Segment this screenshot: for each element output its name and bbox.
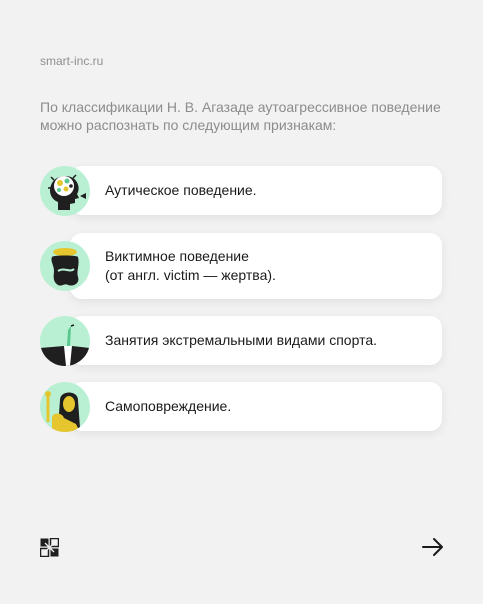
list-item-label: Занятия экстремальными видами спорта.: [105, 332, 377, 348]
crouching-figure-icon: [40, 241, 90, 291]
smart-logo-icon: [39, 537, 60, 562]
extreme-sport-icon: [40, 316, 90, 366]
list-item-extreme-sport: Занятия экстремальными видами спорта.: [70, 316, 442, 365]
list-item-autistic: Аутическое поведение.: [70, 166, 442, 215]
list-item-label: Аутическое поведение.: [105, 182, 257, 198]
list-item-label: Виктимное поведение (от англ. victim — ж…: [105, 248, 276, 283]
self-harm-figure-icon: [40, 382, 90, 432]
list-item-self-harm: Самоповреждение.: [70, 382, 442, 431]
list-item-label: Самоповреждение.: [105, 398, 232, 414]
arrow-right-icon[interactable]: [422, 537, 444, 562]
intro-text: По классификации Н. В. Агазаде аутоагрес…: [40, 99, 441, 133]
site-url: smart-inc.ru: [40, 54, 104, 68]
list-item-victim: Виктимное поведение (от англ. victim — ж…: [70, 233, 442, 299]
head-brain-icon: [40, 166, 90, 216]
